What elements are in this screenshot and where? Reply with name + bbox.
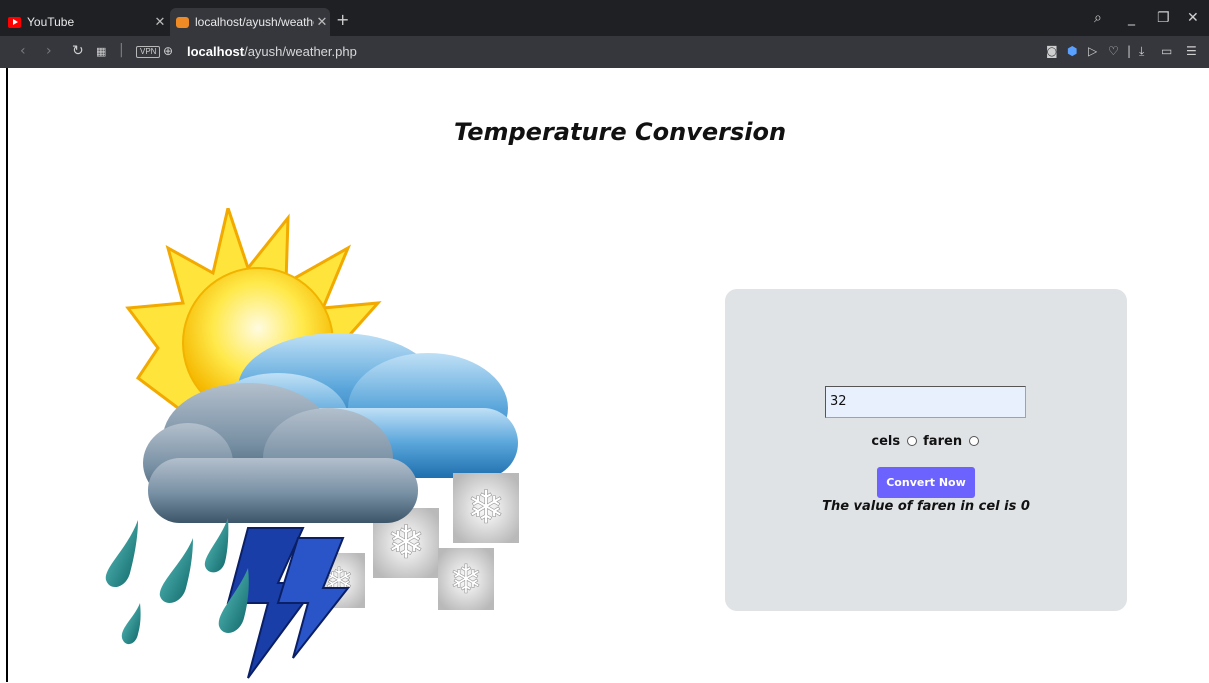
tab-weather[interactable]: localhost/ayush/weather.pl ✕	[170, 8, 330, 36]
youtube-icon	[8, 16, 21, 28]
radio-faren[interactable]	[968, 435, 979, 446]
xampp-icon	[176, 16, 189, 28]
separator: |	[119, 42, 124, 58]
close-icon[interactable]: ✕	[314, 14, 330, 30]
url-host: localhost	[187, 44, 245, 59]
radio-label-faren: faren	[923, 434, 963, 449]
rain-icon	[105, 518, 249, 645]
shield-icon[interactable]: ⬢	[1067, 44, 1077, 58]
svg-text:❄: ❄	[387, 515, 426, 569]
radio-label-cels: cels	[871, 434, 901, 449]
new-tab-icon[interactable]: +	[336, 10, 349, 29]
back-icon[interactable]: ‹	[20, 43, 26, 59]
svg-text:❄: ❄	[467, 480, 506, 534]
browser-tab-bar: YouTube ✕ localhost/ayush/weather.pl ✕ +…	[0, 0, 1209, 36]
speed-dial-icon[interactable]: ▦	[96, 45, 106, 58]
tab-label: YouTube	[27, 15, 75, 29]
forward-icon[interactable]: ›	[46, 43, 52, 59]
result-text: The value of faren in cel is 0	[822, 499, 1030, 514]
tab-youtube[interactable]: YouTube ✕	[8, 8, 168, 36]
browser-nav-bar: ‹ › ↻ ▦ | VPN ⊕ localhost/ayush/weather.…	[0, 36, 1209, 68]
send-icon[interactable]: ▷	[1088, 44, 1097, 58]
unit-radio-group: cels faren	[725, 434, 1127, 449]
page-content: Temperature Conversion ❄ ❄ ❄ ❄ 32 cels f…	[6, 68, 1209, 682]
tab-label: localhost/ayush/weather.pl	[195, 15, 314, 29]
weather-illustration: ❄ ❄ ❄ ❄	[105, 208, 519, 679]
minimize-icon[interactable]: _	[1128, 10, 1135, 26]
separator: |	[1127, 44, 1132, 58]
address-bar[interactable]: localhost/ayush/weather.php	[187, 44, 357, 59]
globe-icon[interactable]: ⊕	[163, 44, 173, 58]
reload-icon[interactable]: ↻	[72, 43, 84, 59]
download-icon[interactable]: ⤓	[1139, 44, 1144, 59]
page-title: Temperature Conversion	[453, 118, 787, 146]
vpn-badge[interactable]: VPN	[136, 46, 161, 58]
settings-icon[interactable]: ☰	[1186, 44, 1197, 58]
heart-icon[interactable]: ♡	[1108, 44, 1119, 58]
temperature-input[interactable]: 32	[825, 386, 1026, 418]
search-icon[interactable]: ⌕	[1094, 10, 1102, 26]
convert-button[interactable]: Convert Now	[877, 467, 975, 498]
snapshot-icon[interactable]: ◙	[1046, 44, 1058, 58]
conversion-card: 32 cels faren Convert Now The value of f…	[725, 289, 1127, 611]
battery-icon[interactable]: ▭	[1161, 44, 1172, 58]
radio-cels[interactable]	[906, 435, 917, 446]
svg-text:❄: ❄	[449, 557, 483, 603]
url-path: /ayush/weather.php	[244, 44, 357, 59]
close-window-icon[interactable]: ✕	[1187, 10, 1199, 26]
restore-icon[interactable]: ❐	[1157, 10, 1170, 26]
close-icon[interactable]: ✕	[152, 14, 168, 30]
